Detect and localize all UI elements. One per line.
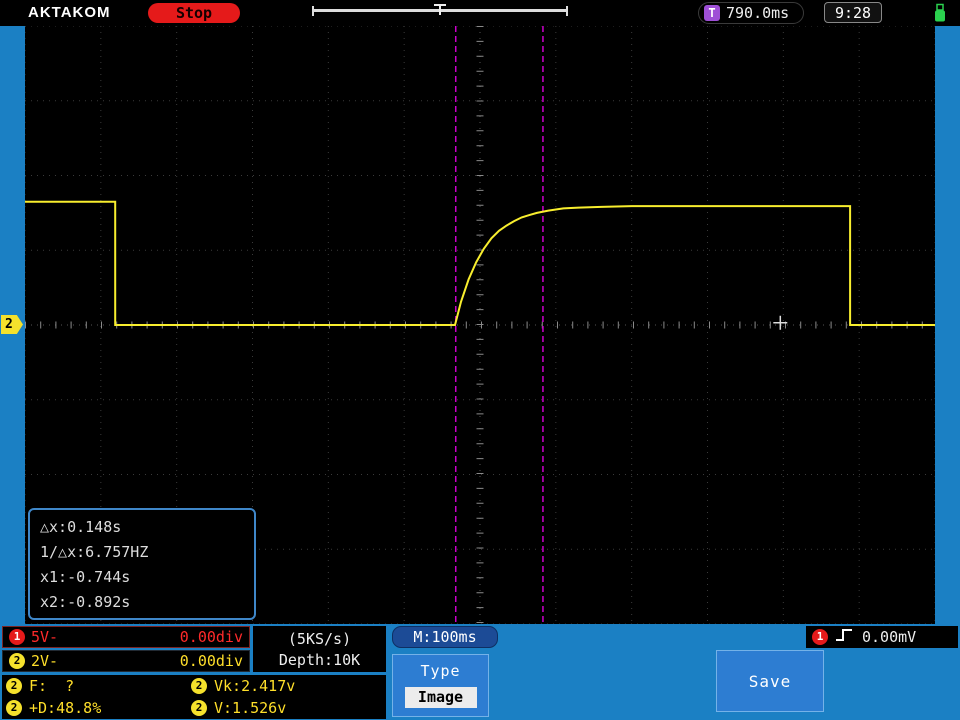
- rising-edge-icon: [834, 627, 856, 647]
- trigger-position-marker-icon: [434, 4, 446, 16]
- top-status-bar: AKTAKOM Stop T 790.0ms 9:28: [0, 0, 960, 26]
- usb-drive-icon: [932, 3, 948, 23]
- cursor-delta-x: △x:0.148s: [40, 518, 122, 536]
- trigger-time-value: 790.0ms: [726, 4, 790, 22]
- measure-v: V:1.526v: [214, 699, 287, 717]
- save-button[interactable]: Save: [716, 650, 824, 712]
- measure-ch-badge: 2: [191, 678, 207, 694]
- measure-v-cell: 2 V:1.526v: [191, 699, 382, 717]
- channel2-position-marker: 2: [1, 315, 23, 334]
- ch2-badge: 2: [9, 653, 25, 669]
- trigger-time-readout: T 790.0ms: [698, 2, 804, 24]
- cursor-frequency: 1/△x:6.757HZ: [40, 543, 149, 561]
- measure-vk: Vk:2.417v: [214, 677, 296, 695]
- measure-ch-badge: 2: [6, 700, 22, 716]
- memory-depth: Depth:10K: [278, 650, 361, 669]
- measure-duty: +D:48.8%: [29, 699, 102, 717]
- type-button[interactable]: Type Image: [392, 654, 489, 717]
- channel2-marker-label: 2: [5, 317, 13, 332]
- save-button-label: Save: [748, 671, 792, 691]
- ch2-status-panel: 2 2V- 0.00div: [2, 650, 250, 672]
- window-right-bracket: [566, 6, 568, 16]
- memory-window-bar: [312, 4, 568, 16]
- measure-duty-cell: 2 +D:48.8%: [6, 699, 191, 717]
- measurement-panel: 2 F: ? 2 Vk:2.417v 2 +D:48.8% 2 V:1.526v: [2, 675, 386, 719]
- window-left-bracket: [312, 6, 314, 16]
- acquisition-info-panel: (5KS/s) Depth:10K: [253, 626, 386, 672]
- type-button-label: Type: [420, 662, 461, 680]
- ch2-offset: 0.00div: [179, 652, 243, 670]
- ch1-offset: 0.00div: [179, 628, 243, 646]
- clock: 9:28: [824, 2, 882, 23]
- acquisition-status-badge: Stop: [148, 3, 240, 23]
- ch1-badge: 1: [9, 629, 25, 645]
- timebase-readout: M:100ms: [392, 626, 498, 648]
- waveform-display-area: △x:0.148s 1/△x:6.757HZ x1:-0.744s x2:-0.…: [25, 26, 935, 624]
- ch1-status-panel: 1 5V- 0.00div: [2, 626, 250, 648]
- cursor-x2: x2:-0.892s: [40, 593, 131, 611]
- oscilloscope-screen: AKTAKOM Stop T 790.0ms 9:28 2 △x:0.148s …: [0, 0, 960, 720]
- brand-logo: AKTAKOM: [28, 4, 111, 21]
- sample-rate: (5KS/s): [287, 629, 352, 648]
- ch1-scale: 5V-: [31, 628, 59, 646]
- trigger-level-value: 0.00mV: [862, 628, 917, 646]
- ch2-scale: 2V-: [31, 652, 59, 670]
- measure-frequency-cell: 2 F: ?: [6, 677, 191, 695]
- trigger-source-badge: 1: [812, 629, 828, 645]
- measure-ch-badge: 2: [191, 700, 207, 716]
- trigger-level-panel: 1 0.00mV: [806, 626, 958, 648]
- measure-vk-cell: 2 Vk:2.417v: [191, 677, 382, 695]
- trigger-t-icon: T: [704, 5, 720, 21]
- cursor-measurement-panel: △x:0.148s 1/△x:6.757HZ x1:-0.744s x2:-0.…: [28, 508, 256, 620]
- type-selected-value[interactable]: Image: [404, 687, 477, 708]
- cursor-x1: x1:-0.744s: [40, 568, 131, 586]
- measure-frequency: F: ?: [29, 677, 75, 695]
- measure-ch-badge: 2: [6, 678, 22, 694]
